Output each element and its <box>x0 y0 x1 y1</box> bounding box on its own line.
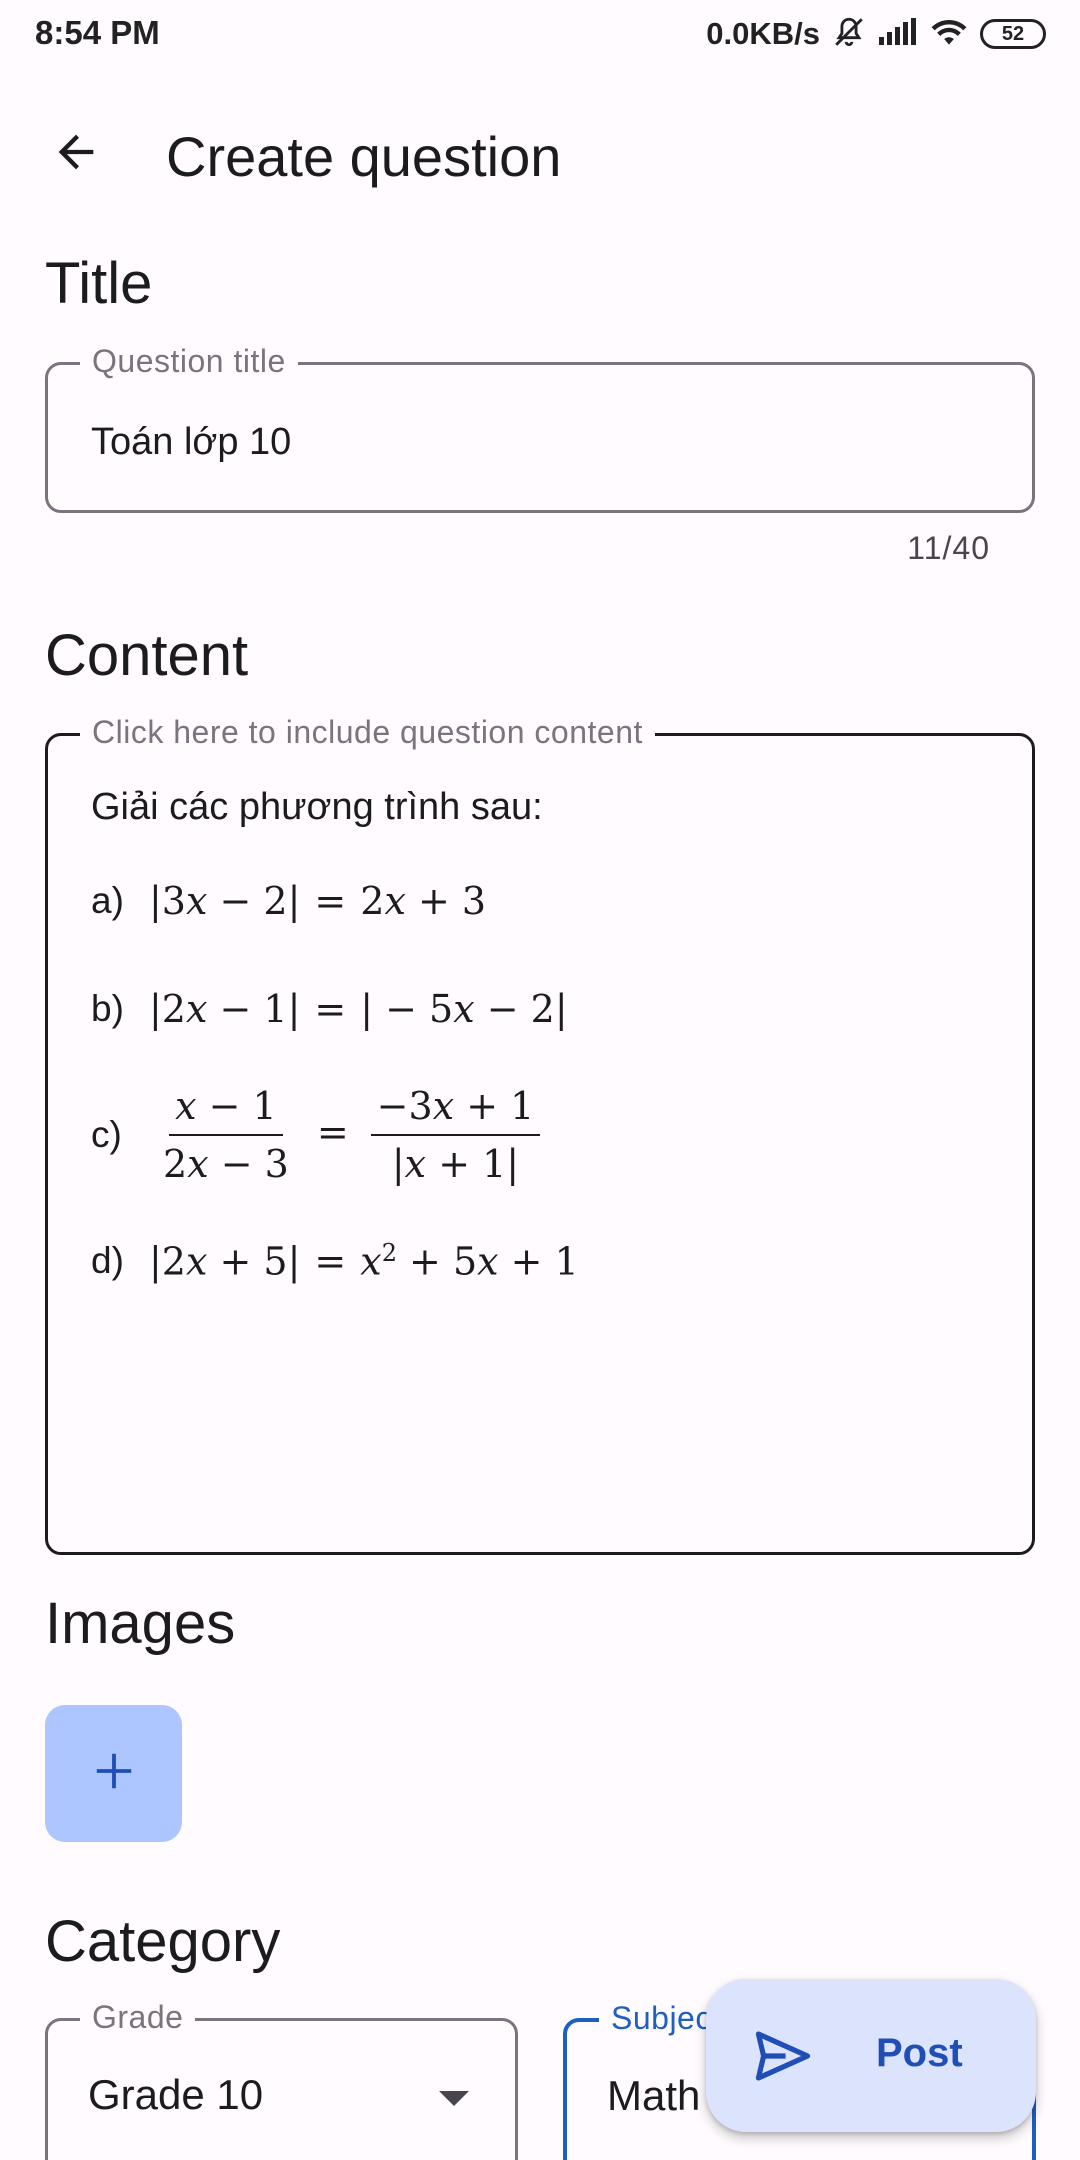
equation-c: x − 1 2x − 3 = −3x + 1 |x + 1| <box>149 1084 548 1186</box>
wifi-icon <box>930 17 968 52</box>
post-button[interactable]: Post <box>706 1979 1036 2132</box>
equation-item: c) x − 1 2x − 3 = −3x + 1 |x + 1| <box>91 1079 992 1191</box>
title-char-counter: 11/40 <box>907 530 990 566</box>
add-image-button[interactable] <box>45 1705 182 1842</box>
question-content-label: Click here to include question content <box>80 714 655 751</box>
status-time: 8:54 PM <box>35 14 160 51</box>
battery-icon: 52 <box>980 19 1046 49</box>
equation-d: |2x + 5| = x2 + 5x + 1 <box>149 1238 579 1284</box>
equation-label: b) <box>91 988 124 1029</box>
signal-icon <box>878 17 918 52</box>
equation-label: c) <box>91 1114 122 1155</box>
send-icon <box>752 2025 814 2092</box>
equation-a: |3x − 2| = 2x + 3 <box>149 879 487 923</box>
equation-b: |2x − 1| = | − 5x − 2| <box>149 987 568 1031</box>
create-question-screen: 8:54 PM 0.0KB/s 52 Create question Title… <box>0 0 1080 2160</box>
status-icons: 0.0KB/s 52 <box>706 12 1046 56</box>
equation-label: a) <box>91 880 124 921</box>
plus-icon <box>91 1748 137 1799</box>
back-button[interactable] <box>40 118 112 190</box>
title-section-heading: Title <box>45 251 153 316</box>
question-content-field[interactable]: Click here to include question content G… <box>45 714 1035 1555</box>
category-section-heading: Category <box>45 1909 281 1974</box>
question-title-value[interactable]: Toán lớp 10 <box>91 421 291 464</box>
question-title-field[interactable]: Question title Toán lớp 10 <box>45 343 1035 513</box>
content-section-heading: Content <box>45 623 249 688</box>
post-button-label: Post <box>876 2031 963 2075</box>
question-title-label: Question title <box>80 343 298 380</box>
content-intro-text: Giải các phương trình sau: <box>91 786 543 828</box>
page-title: Create question <box>166 125 562 188</box>
arrow-back-icon <box>50 126 102 183</box>
equation-item: a) |3x − 2| = 2x + 3 <box>91 863 992 939</box>
status-bar: 8:54 PM 0.0KB/s 52 <box>0 0 1080 66</box>
grade-dropdown[interactable]: Grade Grade 10 <box>45 1999 518 2160</box>
equation-item: d) |2x + 5| = x2 + 5x + 1 <box>91 1223 992 1299</box>
network-speed: 0.0KB/s <box>706 16 820 51</box>
dropdown-arrow-icon <box>439 2091 469 2106</box>
images-section-heading: Images <box>45 1591 236 1656</box>
grade-label: Grade <box>80 1999 196 2036</box>
grade-value: Grade 10 <box>88 2071 264 2118</box>
mute-icon <box>832 15 866 54</box>
equation-label: d) <box>91 1240 124 1281</box>
subject-value: Math <box>607 2072 701 2119</box>
question-content-body: Giải các phương trình sau: a) |3x − 2| = 2… <box>91 786 992 1331</box>
equation-item: b) |2x − 1| = | − 5x − 2| <box>91 971 992 1047</box>
